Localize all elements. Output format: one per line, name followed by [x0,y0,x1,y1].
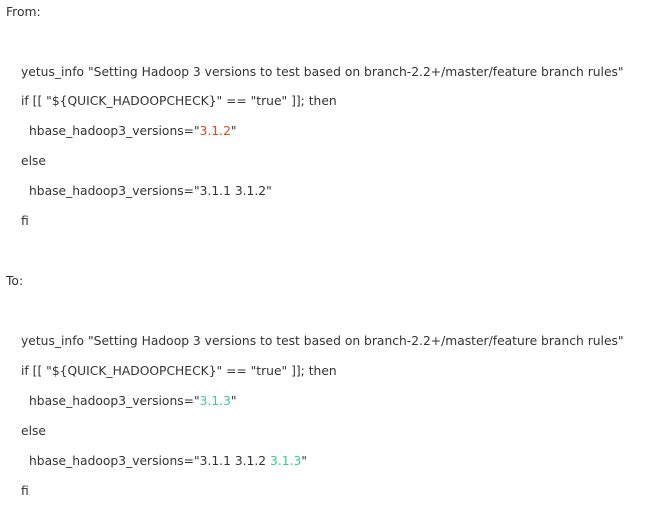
to-code-line: hbase_hadoop3_versions="3.1.1 3.1.2 3.1.… [29,453,307,469]
to-code-line: fi [21,484,29,498]
from-code-line: else [21,154,46,168]
to-code-line: if [[ "${QUICK_HADOOPCHECK}" == "true" ]… [21,364,337,378]
code-text: hbase_hadoop3_versions=" [29,394,200,408]
from-code-line: yetus_info "Setting Hadoop 3 versions to… [21,65,624,79]
from-code-line: hbase_hadoop3_versions="3.1.1 3.1.2" [29,184,272,198]
to-label: To: [6,274,24,288]
code-text: " [230,124,237,138]
code-text: " [230,394,237,408]
from-code-line: fi [21,214,29,228]
code-text: " [301,454,307,468]
from-code-line: if [[ "${QUICK_HADOOPCHECK}" == "true" ]… [21,94,337,108]
to-code-line: hbase_hadoop3_versions="3.1.3" [29,393,237,409]
to-code-line: yetus_info "Setting Hadoop 3 versions to… [21,334,624,348]
new-version: 3.1.3 [199,394,231,408]
old-version: 3.1.2 [199,124,231,138]
to-code-line: else [21,424,46,438]
code-text: hbase_hadoop3_versions="3.1.1 3.1.2 [29,454,271,468]
from-label: From: [6,5,41,19]
code-text: hbase_hadoop3_versions=" [29,124,200,138]
from-code-line: hbase_hadoop3_versions="3.1.2" [29,123,237,139]
new-version: 3.1.3 [270,454,302,468]
